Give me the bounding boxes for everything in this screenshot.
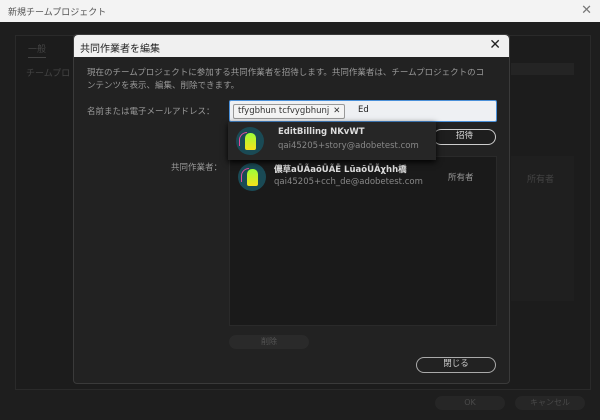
chip-remove-icon[interactable]: ✕ [333,106,340,116]
collaborator-name: 儂草aŪÃaōŪÃĒ LūaōŪÃχhh橋 [274,165,407,175]
close-button[interactable]: 閉じる [416,357,496,373]
avatar [236,127,264,155]
chip-label: tfygbhun tcfvygbhunj [238,106,330,116]
collaborators-label: 共同作業者： [171,163,223,173]
name-email-input[interactable]: tfygbhun tcfvygbhunj ✕ Ed [229,100,497,122]
ok-button[interactable]: OK [435,396,505,410]
suggestion-email: qai45205+story@adobetest.com [278,141,419,151]
name-email-label: 名前または電子メールアドレス： [87,107,215,117]
background-label: チームプロ [26,69,71,79]
collaborator-row[interactable]: 儂草aŪÃaōŪÃĒ LūaōŪÃχhh橋 qai45205+cch_de@ad… [230,159,496,194]
suggestion-item[interactable]: EditBilling NKvWT qai45205+story@adobete… [228,123,436,158]
window-close-icon[interactable]: ✕ [581,3,592,18]
edit-collaborators-dialog: 共同作業者を編集 ✕ 現在のチームプロジェクトに参加する共同作業者を招待します。… [73,34,510,384]
tab-general[interactable]: 一般 [28,42,47,58]
invite-button[interactable]: 招待 [433,129,496,145]
typed-text: Ed [358,105,369,115]
collaborator-role: 所有者 [448,173,474,183]
avatar [238,163,266,191]
suggestion-dropdown: EditBilling NKvWT qai45205+story@adobete… [228,122,436,160]
dialog-title: 共同作業者を編集 [80,44,160,55]
background-field [511,63,574,75]
window-title: 新規チームプロジェクト [8,8,107,18]
background-role: 所有者 [527,175,555,185]
dialog-titlebar: 共同作業者を編集 [74,35,509,57]
window-titlebar: 新規チームプロジェクト [0,0,600,22]
cancel-button[interactable]: キャンセル [515,396,585,410]
dialog-description: 現在のチームプロジェクトに参加する共同作業者を招待します。共同作業者は、チームプ… [87,68,485,91]
dialog-close-icon[interactable]: ✕ [489,37,501,53]
suggestion-name: EditBilling NKvWT [278,127,365,137]
background-list: 所有者 [511,156,574,301]
recipient-chip: tfygbhun tcfvygbhunj ✕ [233,104,346,119]
collaborators-list: 儂草aŪÃaōŪÃĒ LūaōŪÃχhh橋 qai45205+cch_de@ad… [229,156,497,326]
collaborator-email: qai45205+cch_de@adobetest.com [274,177,423,187]
delete-button[interactable]: 削除 [229,335,309,349]
